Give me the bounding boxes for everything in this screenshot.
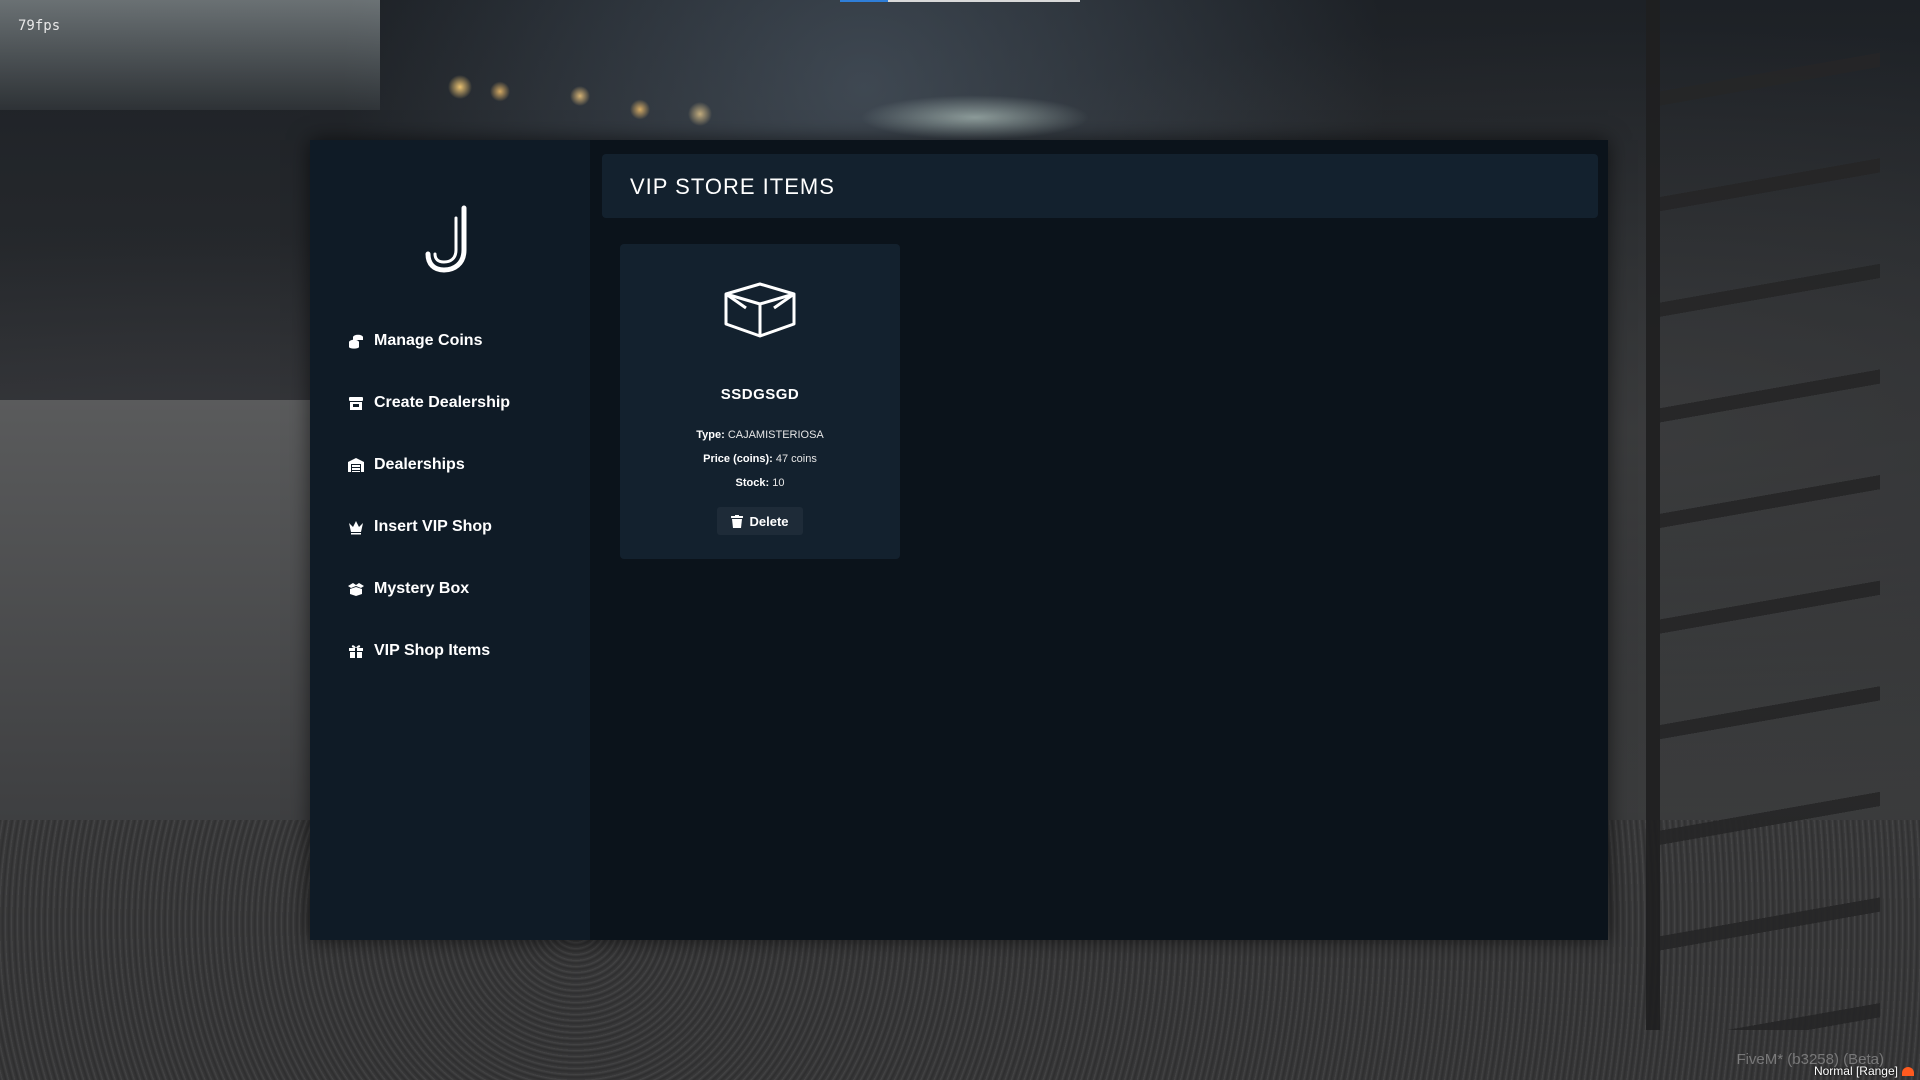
- admin-panel: Manage Coins Create Dealership Dealershi…: [310, 140, 1608, 940]
- voice-icon: [1902, 1067, 1914, 1077]
- coins-icon: [349, 334, 363, 349]
- sidebar-item-label: Dealerships: [374, 456, 465, 473]
- background-building-window: [0, 0, 380, 110]
- voice-indicator: Normal [Range]: [1814, 1064, 1914, 1078]
- main-content: VIP STORE ITEMS SSDGSGD Type: CAJAMISTER…: [590, 140, 1608, 940]
- loading-progress-bar: [840, 0, 1080, 2]
- sidebar-item-label: Insert VIP Shop: [374, 518, 492, 535]
- box-icon: [724, 282, 796, 338]
- item-type-label: Type:: [696, 429, 725, 441]
- background-ac-unit: [0, 400, 310, 820]
- item-price: Price (coins): 47 coins: [620, 447, 900, 471]
- store-item-card: SSDGSGD Type: CAJAMISTERIOSA Price (coin…: [620, 244, 900, 559]
- sidebar-item-mystery-box[interactable]: Mystery Box: [348, 558, 590, 620]
- sidebar-item-label: VIP Shop Items: [374, 642, 491, 659]
- sidebar-item-label: Create Dealership: [374, 394, 511, 411]
- sidebar-item-insert-vip-shop[interactable]: Insert VIP Shop: [348, 496, 590, 558]
- background-ladder: [1646, 0, 1880, 1030]
- trash-icon: [731, 514, 744, 528]
- crown-icon: [349, 521, 363, 535]
- item-price-label: Price (coins):: [703, 453, 773, 465]
- voice-mode-text: Normal [Range]: [1813, 1064, 1898, 1078]
- item-stock: Stock: 10: [620, 471, 900, 495]
- sidebar-item-manage-coins[interactable]: Manage Coins: [348, 310, 590, 372]
- page-header: VIP STORE ITEMS: [602, 154, 1598, 218]
- j-logo-icon: [425, 205, 467, 273]
- warehouse-icon: [348, 458, 364, 472]
- background-city-lights: [420, 60, 820, 150]
- item-type-value: CAJAMISTERIOSA: [727, 429, 824, 441]
- sidebar-nav: Manage Coins Create Dealership Dealershi…: [310, 310, 590, 682]
- item-name: SSDGSGD: [720, 386, 800, 403]
- sidebar-item-dealerships[interactable]: Dealerships: [348, 434, 590, 496]
- page-title: VIP STORE ITEMS: [630, 174, 835, 199]
- item-stock-label: Stock:: [735, 477, 770, 489]
- sidebar-item-label: Mystery Box: [374, 580, 470, 597]
- sidebar-item-vip-shop-items[interactable]: VIP Shop Items: [348, 620, 590, 682]
- sidebar: Manage Coins Create Dealership Dealershi…: [310, 140, 590, 940]
- box-open-icon: [348, 583, 364, 596]
- item-type: Type: CAJAMISTERIOSA: [620, 423, 900, 447]
- gift-icon: [349, 645, 363, 658]
- delete-button-label: Delete: [749, 513, 789, 529]
- sidebar-item-label: Manage Coins: [374, 332, 483, 349]
- sidebar-item-create-dealership[interactable]: Create Dealership: [348, 372, 590, 434]
- item-price-value: 47 coins: [775, 453, 817, 465]
- fps-counter: 79fps: [18, 18, 61, 34]
- store-icon: [349, 397, 363, 410]
- delete-button[interactable]: Delete: [717, 507, 803, 535]
- background-light-block: [860, 95, 1090, 140]
- item-stock-value: 10: [772, 477, 785, 489]
